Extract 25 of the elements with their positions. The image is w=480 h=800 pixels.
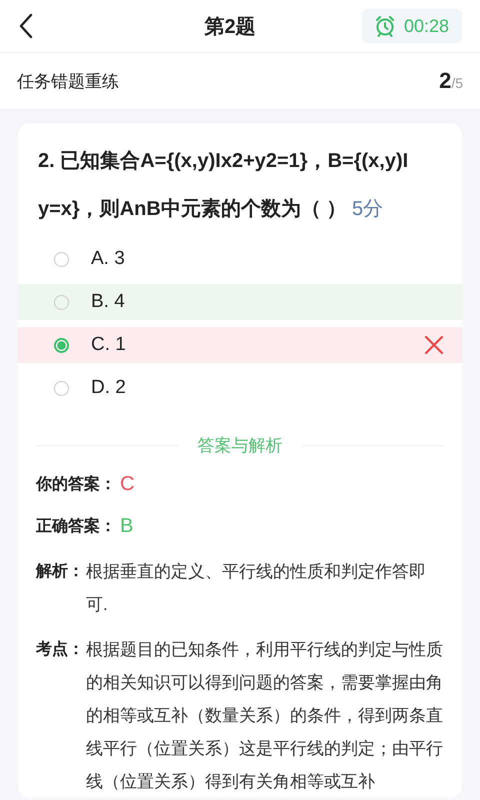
radio-button[interactable] <box>54 294 69 310</box>
answer-option[interactable]: A. 3 <box>18 241 462 277</box>
answer-option[interactable]: D. 2 <box>18 370 462 406</box>
radio-button[interactable] <box>54 338 69 352</box>
radio-button[interactable] <box>54 252 69 266</box>
timer-text: 00:28 <box>404 16 450 36</box>
question-text: 2. 已知集合A={(x,y)Ix2+y2=1}，B={(x,y)I y=x}，则AnB中元素的个数为（ ） 5分 <box>38 149 410 222</box>
analysis-label: 解析： <box>36 562 84 582</box>
answer-value: B <box>120 514 134 538</box>
alarm-clock-icon <box>374 15 396 37</box>
analysis-label: 考点： <box>36 640 84 660</box>
answer-value: C <box>120 472 134 496</box>
analysis-text: 根据垂直的定义、平行线的性质和判定作答即可. <box>86 561 427 616</box>
analysis-text: 根据题目的已知条件，利用平行线的判定与性质的相关知识可以得到问题的答案，需要掌握由角的相等或互补（数量关系）的条件，得到两条直线平行（位置关系）这是平行线的判定；由平行线（位置关系）得到有关角相等或互补 <box>86 639 444 793</box>
answer-label: 正确答案： <box>36 516 116 536</box>
back-icon <box>18 13 34 39</box>
answer-option[interactable]: B. 4 <box>18 284 462 320</box>
radio-button[interactable] <box>54 380 69 396</box>
answer-label: 你的答案： <box>36 474 116 494</box>
question-counter: 2/5 <box>439 68 463 94</box>
page-title: 第2题 <box>204 14 256 40</box>
section-heading: 答案与解析 <box>198 435 282 457</box>
task-title: 任务错题重练 <box>17 70 119 92</box>
cross-icon <box>424 335 444 355</box>
answer-option[interactable]: C. 1 <box>18 327 462 363</box>
